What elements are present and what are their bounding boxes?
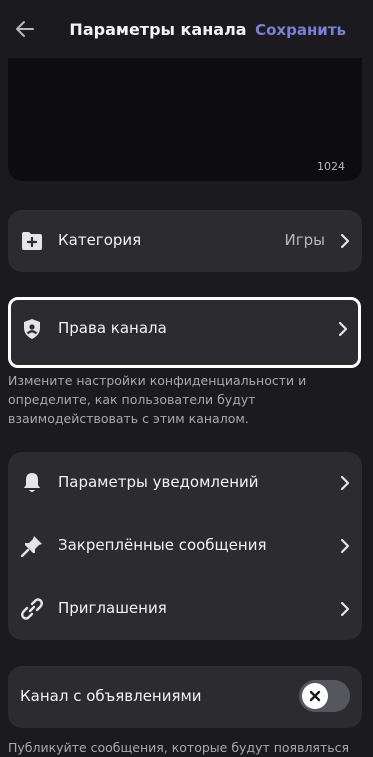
category-card: Категория Игры [8,210,362,272]
announcement-toggle[interactable] [299,680,350,712]
shield-user-icon [20,317,44,341]
toggle-knob [302,683,328,709]
chevron-right-icon [338,600,352,618]
invites-label: Приглашения [58,599,167,617]
folder-plus-icon [20,229,44,253]
page-title: Параметры канала [69,20,247,39]
chevron-right-icon [338,537,352,555]
permissions-description: Измените настройки конфиденциальности и … [8,373,307,426]
bell-icon [20,471,44,495]
channel-topic-input[interactable]: 1024 [8,58,362,181]
pinned-messages-label: Закреплённые сообщения [58,536,267,554]
back-button[interactable] [10,14,40,44]
announcement-description: Публикуйте сообщения, которые будут появ… [8,740,349,755]
settings-group-card: Параметры уведомлений Закреплённые сообщ… [8,452,362,640]
invites-row[interactable]: Приглашения [8,578,362,640]
pin-icon [20,534,44,558]
category-row[interactable]: Категория Игры [8,210,362,272]
announcement-row: Канал с объявлениями [8,666,362,728]
channel-permissions-row[interactable]: Права канала [8,297,361,368]
save-button[interactable]: Сохранить [255,21,346,39]
announcement-label: Канал с объявлениями [20,687,202,705]
link-icon [20,597,44,621]
notification-settings-row[interactable]: Параметры уведомлений [8,452,362,514]
permissions-label: Права канала [58,319,167,337]
announcement-card: Канал с объявлениями [8,666,362,728]
arrow-left-icon [16,21,34,37]
pinned-messages-row[interactable]: Закреплённые сообщения [8,515,362,577]
chevron-right-icon [338,232,352,250]
top-app-bar: Параметры канала Сохранить [0,0,373,62]
notification-settings-label: Параметры уведомлений [58,473,259,491]
category-value: Игры [284,231,325,249]
category-label: Категория [58,231,142,249]
permissions-row-inner: Права канала [8,298,355,360]
chevron-right-icon [338,474,352,492]
chevron-right-icon [336,320,350,338]
close-icon [309,690,321,702]
char-count: 1024 [317,160,345,173]
